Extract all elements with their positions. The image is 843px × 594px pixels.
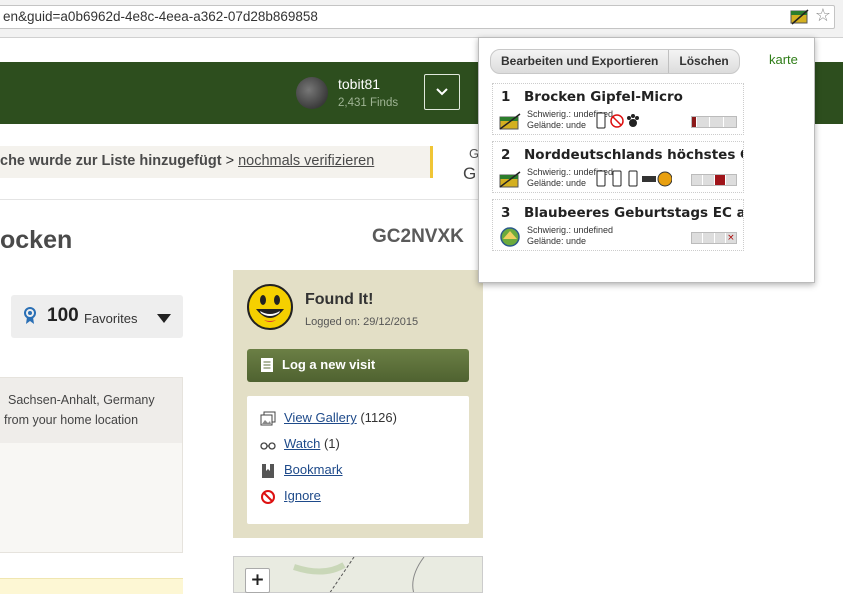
rating-bar: ×: [691, 232, 737, 244]
notice-separator: >: [221, 153, 239, 169]
favorites-count: 100: [47, 305, 79, 326]
map-zoom-in-button[interactable]: +: [245, 568, 270, 593]
cache-list-item[interactable]: 1 Brocken Gipfel-Micro Schwierig.: undef…: [492, 83, 744, 135]
phone-icon: [628, 170, 638, 187]
account-dropdown-button[interactable]: [424, 74, 460, 110]
delete-button[interactable]: Löschen: [668, 50, 738, 73]
extension-popup: Bearbeiten und Exportieren Löschen karte…: [478, 37, 815, 283]
no-dogs-icon: [610, 114, 624, 128]
item-name[interactable]: Norddeutschlands höchstes Gip: [524, 147, 743, 163]
watch-link[interactable]: Watch: [284, 436, 320, 451]
paw-icon: [627, 114, 639, 127]
username[interactable]: tobit81: [338, 76, 380, 92]
location-region: Sachsen-Anhalt, Germany: [8, 393, 155, 407]
bookmark-link[interactable]: Bookmark: [284, 462, 343, 477]
notice-text: che wurde zur Liste hinzugefügt: [0, 153, 222, 169]
item-terrain: Gelände: unde: [527, 178, 587, 188]
item-name[interactable]: Blaubeeres Geburtstags EC am I: [524, 205, 743, 221]
location-header: Sachsen-Anhalt, Germany from your home l…: [0, 378, 182, 443]
url-text[interactable]: en&guid=a0b6962d-4e8c-4eea-a362-07d28b86…: [3, 9, 318, 24]
gc-code[interactable]: GC2NVXK: [372, 226, 464, 248]
cache-actions: View Gallery (1126) Watch (1) Bookmark I…: [247, 396, 469, 524]
phone-icon: [612, 170, 622, 187]
popup-button-group: Bearbeiten und Exportieren Löschen: [490, 49, 740, 74]
traditional-cache-icon: [499, 171, 521, 188]
log-status: Found It!: [305, 291, 374, 308]
hint-box: [0, 578, 183, 594]
smiley-icon: [247, 284, 293, 330]
item-terrain: Gelände: unde: [527, 236, 587, 246]
bookmark-icon: [262, 464, 274, 478]
favorites-button[interactable]: 100 Favorites: [11, 295, 183, 338]
geocache-extension-icon[interactable]: [790, 8, 810, 26]
notepad-icon: [261, 358, 273, 372]
verify-again-link[interactable]: nochmals verifizieren: [238, 153, 374, 169]
browser-toolbar: en&guid=a0b6962d-4e8c-4eea-a362-07d28b86…: [0, 0, 843, 38]
divider: [0, 199, 480, 200]
map-link[interactable]: karte: [769, 52, 798, 67]
item-attributes: [594, 112, 640, 130]
item-number: 2: [501, 147, 511, 163]
map[interactable]: [233, 556, 483, 593]
avatar[interactable]: [296, 77, 328, 109]
ignore-icon: [261, 490, 275, 504]
log-panel: Found It! Logged on: 29/12/2015 Log a ne…: [233, 270, 483, 538]
gallery-count: (1126): [356, 410, 397, 425]
log-new-visit-button[interactable]: Log a new visit: [247, 349, 469, 382]
address-bar[interactable]: en&guid=a0b6962d-4e8c-4eea-a362-07d28b86…: [0, 5, 835, 29]
item-number: 1: [501, 89, 511, 105]
item-attributes: [594, 170, 672, 188]
rating-bar: [691, 116, 737, 128]
rating-bar: [691, 174, 737, 186]
location-box: Sachsen-Anhalt, Germany from your home l…: [0, 377, 183, 553]
item-terrain: Gelände: unde: [527, 120, 587, 130]
item-name[interactable]: Brocken Gipfel-Micro: [524, 89, 683, 105]
logged-on-date: Logged on: 29/12/2015: [305, 316, 419, 328]
favorites-label: Favorites: [84, 311, 138, 326]
cache-title: ocken: [0, 226, 73, 254]
view-gallery-link[interactable]: View Gallery: [284, 410, 357, 425]
glasses-icon: [260, 442, 276, 450]
cache-list-item[interactable]: 3 Blaubeeres Geburtstags EC am I Schwier…: [492, 199, 744, 251]
watch-count: (1): [320, 436, 340, 451]
cache-list-item[interactable]: 2 Norddeutschlands höchstes Gip Schwieri…: [492, 141, 744, 193]
gallery-icon: [260, 411, 276, 426]
phone-icon: [596, 170, 606, 187]
chevron-down-icon: [436, 88, 448, 96]
item-difficulty: Schwierig.: undefined: [527, 225, 614, 235]
map-roads: [293, 557, 425, 592]
traditional-cache-icon: [499, 113, 521, 130]
badge-icon: [642, 171, 672, 187]
log-button-label: Log a new visit: [282, 357, 376, 372]
earthcache-icon: [500, 227, 520, 247]
ignore-link[interactable]: Ignore: [284, 488, 321, 503]
item-number: 3: [501, 205, 511, 221]
partial-text: G: [463, 164, 477, 183]
bookmark-star-icon[interactable]: ☆: [813, 6, 833, 26]
finds-count: 2,431 Finds: [338, 97, 399, 109]
location-distance: from your home location: [4, 413, 139, 427]
edit-export-button[interactable]: Bearbeiten und Exportieren: [491, 50, 668, 73]
caret-down-icon: [157, 314, 171, 323]
phone-icon: [596, 112, 606, 129]
notice-message: che wurde zur Liste hinzugefügt > nochma…: [0, 153, 374, 169]
favorite-ribbon-icon: [24, 307, 36, 324]
